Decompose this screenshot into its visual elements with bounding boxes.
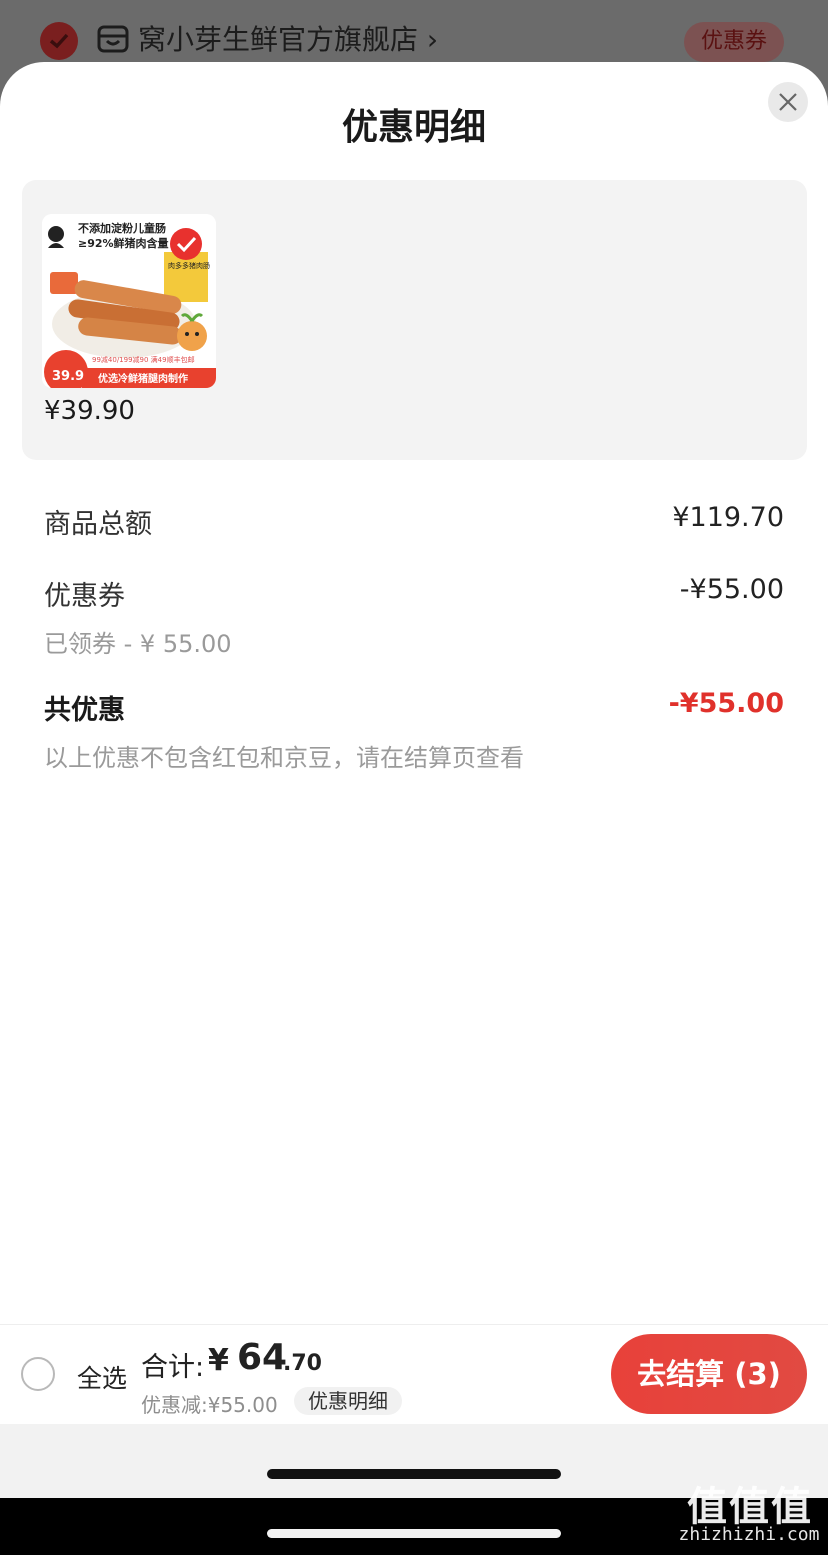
close-button[interactable] <box>768 82 808 122</box>
product-image[interactable]: 不添加淀粉儿童肠 ≥92%鲜猪肉含量 肉多多猪肉肠 99减40/199减90 满… <box>42 214 216 388</box>
coupon-detail: 已领券 - ¥ 55.00 <box>44 630 232 658</box>
total-amount-decimal: .70 <box>283 1351 322 1376</box>
discount-amount: 优惠减:¥55.00 <box>141 1393 278 1417</box>
product-image-promo: 99减40/199减90 满49顺丰包邮 <box>92 355 195 364</box>
discount-detail-sheet: 优惠明细 不添加淀粉儿童肠 ≥92%鲜猪肉含量 肉多多猪肉肠 99减40/199… <box>0 62 828 1324</box>
total-amount-integer: 64 <box>237 1337 288 1378</box>
product-price: ¥39.90 <box>44 396 135 426</box>
discount-note: 以上优惠不包含红包和京豆，请在结算页查看 <box>44 744 524 772</box>
watermark-logo: 值值值 <box>687 1484 813 1530</box>
product-image-line1: 不添加淀粉儿童肠 <box>78 221 166 235</box>
store-coupon-button[interactable]: 优惠券 <box>684 22 784 62</box>
total-discount-value: -¥55.00 <box>668 688 784 719</box>
total-currency: ¥ <box>208 1343 229 1378</box>
home-indicator[interactable] <box>267 1469 561 1479</box>
checkout-button[interactable]: 去结算 (3) <box>611 1334 807 1414</box>
product-image-banner: 优选冷鲜猪腿肉制作 <box>98 372 188 385</box>
total-label: 合计: <box>141 1352 205 1383</box>
store-checkbox[interactable] <box>40 22 78 60</box>
product-image-badge: 肉多多猪肉肠 <box>168 261 210 270</box>
chevron-right-icon: › <box>426 23 439 56</box>
product-image-line2: ≥92%鲜猪肉含量 <box>78 236 169 250</box>
product-card: 不添加淀粉儿童肠 ≥92%鲜猪肉含量 肉多多猪肉肠 99减40/199减90 满… <box>22 180 807 460</box>
select-all-radio[interactable] <box>21 1357 55 1391</box>
goods-total-value: ¥119.70 <box>672 502 784 533</box>
total-discount-label: 共优惠 <box>44 695 125 726</box>
check-icon <box>49 33 69 49</box>
discount-detail-button[interactable]: 优惠明细 <box>294 1387 402 1415</box>
store-icon <box>97 25 129 53</box>
coupon-value: -¥55.00 <box>679 574 784 605</box>
select-all-label[interactable]: 全选 <box>77 1359 127 1395</box>
close-icon <box>779 93 797 111</box>
store-name: 窝小芽生鲜官方旗舰店 <box>138 23 419 56</box>
selected-check-badge <box>170 228 202 260</box>
sheet-title: 优惠明细 <box>341 107 486 148</box>
product-image-price-tag: 39.9 <box>52 369 84 384</box>
home-indicator-secondary[interactable] <box>267 1529 561 1538</box>
watermark-site: zhizhizhi.com <box>678 1524 820 1545</box>
coupon-label: 优惠券 <box>44 581 125 612</box>
product-image-art: 不添加淀粉儿童肠 ≥92%鲜猪肉含量 肉多多猪肉肠 99减40/199减90 满… <box>42 214 216 388</box>
goods-total-label: 商品总额 <box>44 509 152 540</box>
cart-footer: 全选 合计: ¥ 64 .70 优惠减:¥55.00 优惠明细 去结算 (3) <box>0 1324 828 1424</box>
store-name-link[interactable]: 窝小芽生鲜官方旗舰店 › <box>138 20 438 60</box>
